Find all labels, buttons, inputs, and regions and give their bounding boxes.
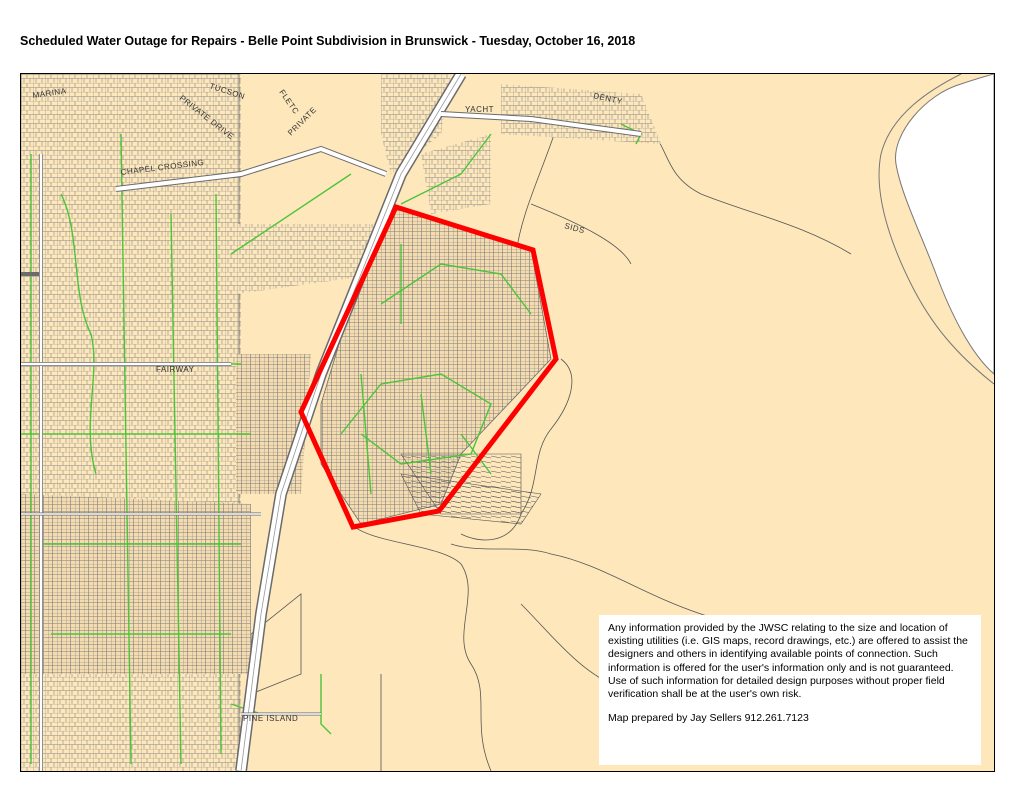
map-credit: Map prepared by Jay Sellers 912.261.7123 <box>608 712 809 725</box>
label-yacht: YACHT <box>465 105 494 114</box>
label-pine-island: PINE ISLAND <box>243 714 298 723</box>
map-title: Scheduled Water Outage for Repairs - Bel… <box>20 34 636 48</box>
map-frame[interactable]: MARINA TUCSON PRIVATE DRIVE FLETC PRIVAT… <box>20 73 995 772</box>
label-fairway: FAIRWAY <box>156 365 195 374</box>
disclaimer-text: Any information provided by the JWSC rel… <box>608 622 968 701</box>
disclaimer-box: Any information provided by the JWSC rel… <box>599 615 981 765</box>
